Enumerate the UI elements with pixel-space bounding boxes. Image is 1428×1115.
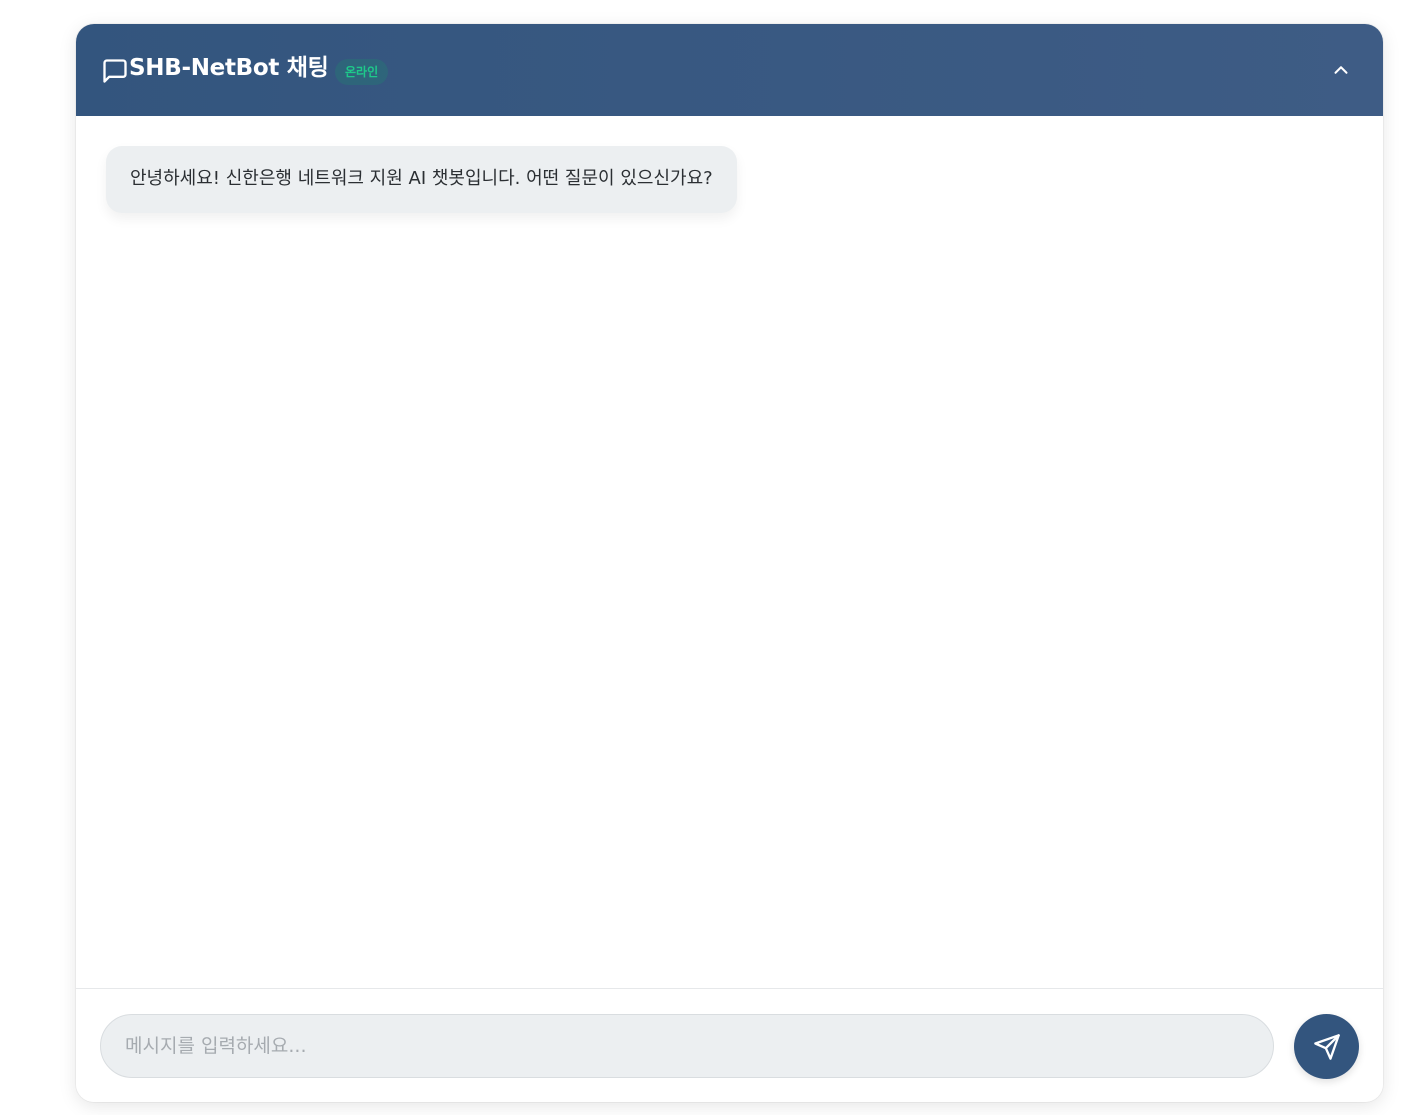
messages-area[interactable]: 안녕하세요! 신한은행 네트워크 지원 AI 챗봇입니다. 어떤 질문이 있으신… [76, 116, 1383, 988]
collapse-button[interactable] [1325, 54, 1357, 86]
chat-header: SHB-NetBot 채팅 온라인 [76, 24, 1383, 116]
chevron-up-icon [1334, 66, 1348, 74]
status-badge: 온라인 [335, 59, 389, 85]
chat-title: SHB-NetBot 채팅 [129, 55, 329, 81]
message-input[interactable] [100, 1014, 1274, 1078]
input-bar [76, 988, 1383, 1102]
message-square-icon [103, 59, 127, 83]
send-button[interactable] [1294, 1014, 1359, 1079]
send-icon [1313, 1033, 1340, 1060]
bot-message: 안녕하세요! 신한은행 네트워크 지원 AI 챗봇입니다. 어떤 질문이 있으신… [106, 146, 737, 213]
chat-window: SHB-NetBot 채팅 온라인 안녕하세요! 신한은행 네트워크 지원 AI… [76, 24, 1383, 1102]
